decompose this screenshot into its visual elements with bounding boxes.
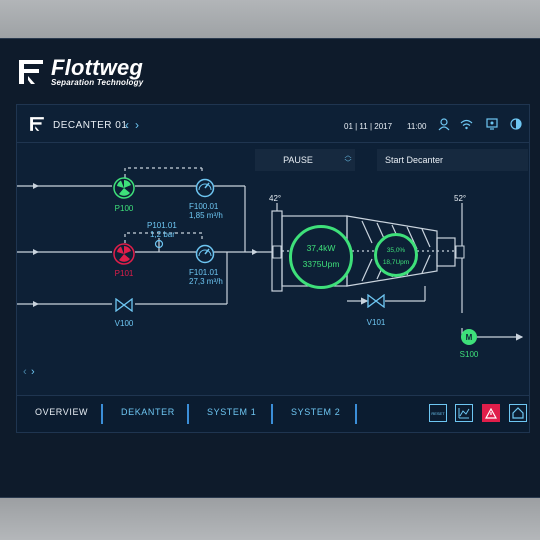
prev-page-chevron-icon[interactable]: ‹ bbox=[125, 118, 129, 132]
contrast-icon[interactable] bbox=[510, 118, 522, 130]
flowmeter-f100-id: F100.01 bbox=[189, 202, 219, 211]
flowmeter-f100-icon[interactable] bbox=[195, 178, 215, 198]
nav-separator bbox=[101, 404, 103, 424]
next-page-chevron-icon[interactable]: › bbox=[135, 118, 139, 132]
page-title: DECANTER 01 bbox=[53, 120, 128, 131]
flowmeter-f100-value: 1,85 m³/h bbox=[189, 211, 223, 220]
alarm-icon[interactable] bbox=[482, 404, 500, 422]
time-display: 11:00 bbox=[407, 122, 427, 131]
outlet-temperature: 52° bbox=[454, 194, 467, 203]
flowmeter-f101-id: F101.01 bbox=[189, 268, 219, 277]
wifi-icon[interactable] bbox=[460, 119, 473, 130]
nav-separator bbox=[187, 404, 189, 424]
bowl-gauge[interactable] bbox=[289, 225, 353, 289]
reset-icon-label: RESET bbox=[431, 410, 445, 416]
flowmeter-f101-value: 27,3 m³/h bbox=[189, 277, 223, 286]
tab-overview[interactable]: OVERVIEW bbox=[35, 407, 88, 417]
motor-s100-label: S100 bbox=[459, 350, 479, 359]
title-bar: DECANTER 01 ‹ › 01 | 11 | 2017 11:00 bbox=[17, 105, 529, 143]
home-icon[interactable] bbox=[509, 404, 527, 422]
motor-symbol: M bbox=[465, 332, 473, 342]
motor-s100-icon[interactable]: M bbox=[461, 329, 477, 345]
device-frame-bottom bbox=[0, 498, 540, 540]
monitor-icon[interactable] bbox=[486, 118, 498, 130]
scroll-gauge[interactable] bbox=[374, 233, 418, 277]
side-scroll-handle[interactable]: ‹ › bbox=[23, 363, 37, 383]
tab-system-1[interactable]: SYSTEM 1 bbox=[207, 407, 256, 417]
scroll-speed: 18,7Upm bbox=[382, 259, 410, 266]
process-diagram bbox=[17, 167, 524, 341]
scroll-right-chevron-icon[interactable]: › bbox=[31, 366, 35, 378]
flottweg-small-logo-icon bbox=[30, 117, 44, 131]
brand-name: Flottweg bbox=[51, 55, 144, 80]
scroll-left-chevron-icon[interactable]: ‹ bbox=[23, 366, 27, 378]
tab-system-2[interactable]: SYSTEM 2 bbox=[291, 407, 340, 417]
scroll-differential: 35,0% bbox=[386, 247, 406, 254]
bowl-power: 37,4kW bbox=[306, 243, 336, 253]
hmi-screen: DECANTER 01 ‹ › 01 | 11 | 2017 11:00 PAU… bbox=[16, 104, 530, 433]
home-glyph bbox=[512, 407, 524, 419]
pressure-sensor-icon bbox=[154, 239, 164, 249]
valve-v101-label: V101 bbox=[366, 318, 386, 327]
user-icon[interactable] bbox=[438, 118, 450, 131]
pump-p100-icon[interactable] bbox=[113, 177, 135, 199]
valve-v100-label: V100 bbox=[114, 319, 134, 328]
flowmeter-f101-icon[interactable] bbox=[195, 244, 215, 264]
nav-separator bbox=[355, 404, 357, 424]
trend-chart-glyph bbox=[458, 408, 470, 419]
reset-icon[interactable]: RESET bbox=[429, 404, 447, 422]
trend-chart-icon[interactable] bbox=[455, 404, 473, 422]
date-display: 01 | 11 | 2017 bbox=[344, 122, 393, 131]
flottweg-logo-icon bbox=[19, 60, 43, 84]
tab-dekanter[interactable]: DEKANTER bbox=[121, 407, 175, 417]
brand-logo: Flottweg Separation Technology bbox=[17, 55, 143, 89]
pump-p100-label: P100 bbox=[114, 204, 134, 213]
device-frame-top bbox=[0, 0, 540, 38]
pump-p101-label: P101 bbox=[114, 269, 134, 278]
alarm-triangle-glyph bbox=[485, 407, 497, 419]
valve-v100-icon[interactable] bbox=[115, 298, 133, 312]
pressure-p101-value: 1,2 bar bbox=[150, 230, 175, 239]
pressure-p101-id: P101.01 bbox=[147, 221, 177, 230]
pump-p101-icon[interactable] bbox=[113, 243, 135, 265]
nav-separator bbox=[271, 404, 273, 424]
inlet-temperature: 42° bbox=[269, 194, 282, 203]
valve-v101-icon[interactable] bbox=[367, 294, 385, 308]
brand-tagline: Separation Technology bbox=[51, 78, 144, 87]
bottom-navigation: OVERVIEW DEKANTER SYSTEM 1 SYSTEM 2 RESE… bbox=[17, 395, 529, 432]
bowl-speed: 3375Upm bbox=[302, 259, 340, 269]
